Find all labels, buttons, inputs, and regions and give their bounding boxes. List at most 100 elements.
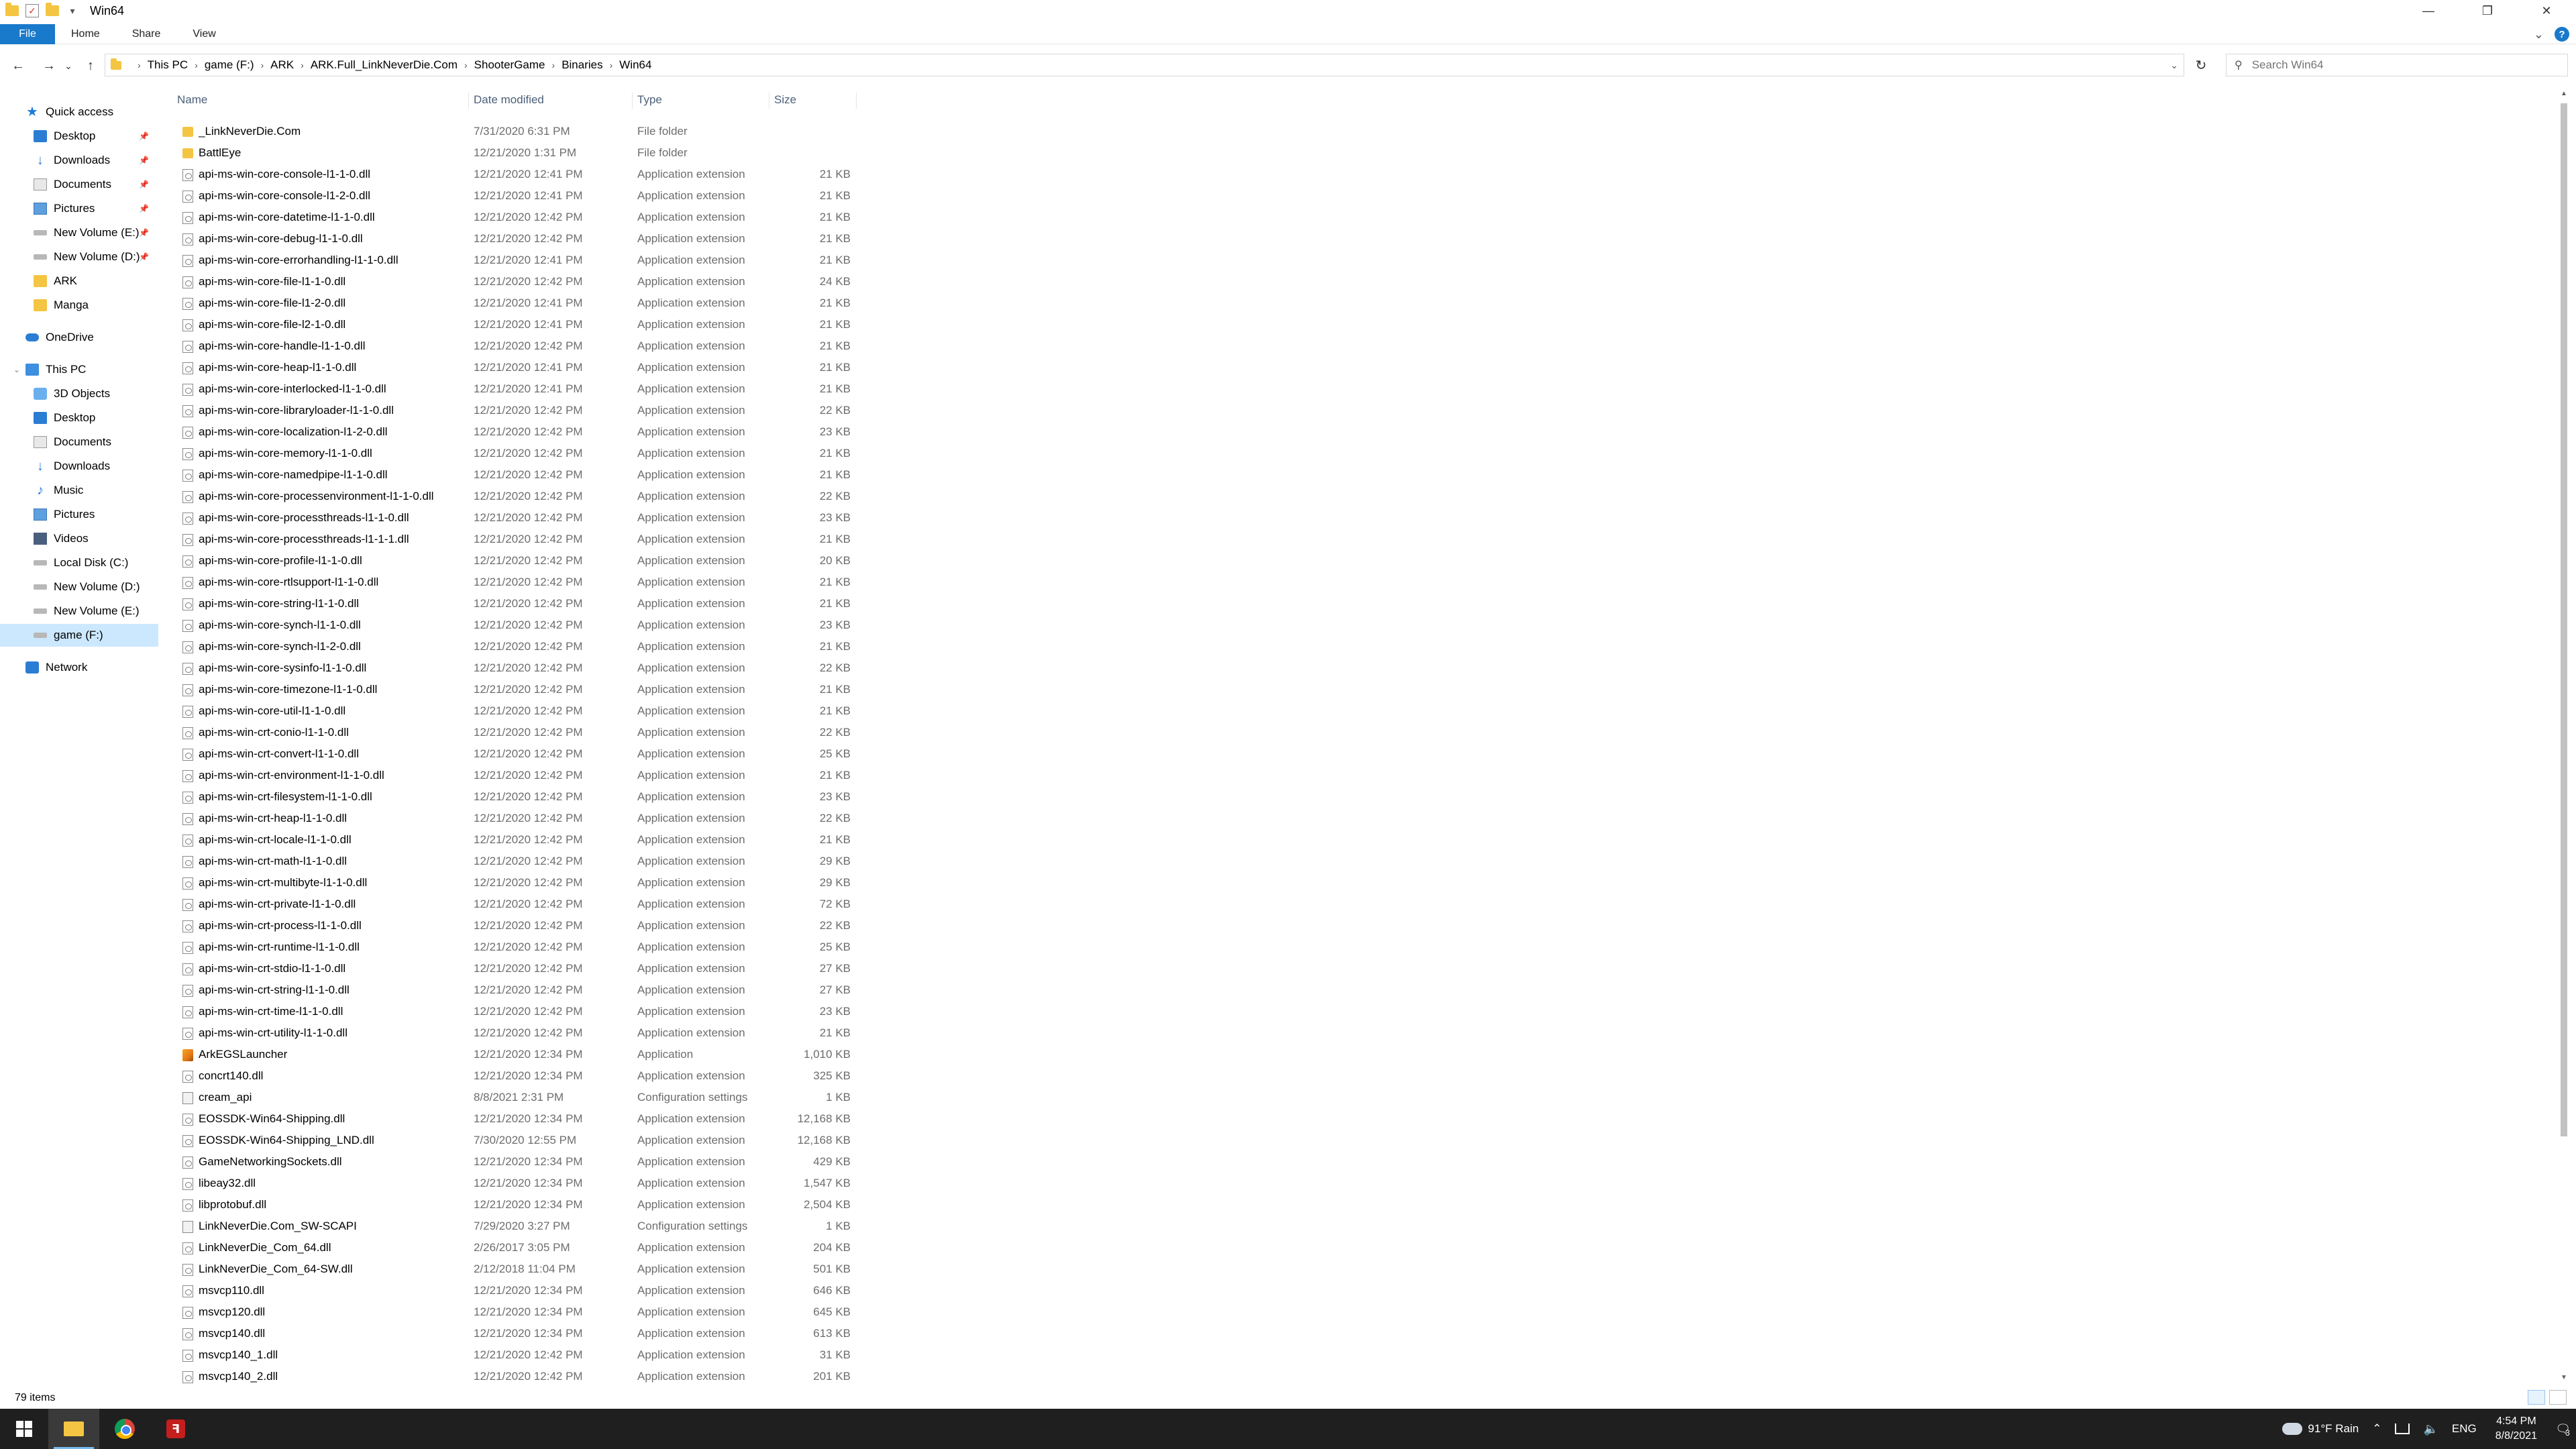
minimize-button[interactable]: —	[2399, 0, 2458, 21]
pin-icon[interactable]: 📌	[139, 180, 149, 189]
file-row[interactable]: BattlEye 12/21/2020 1:31 PM File folder	[158, 142, 856, 164]
file-row[interactable]: EOSSDK-Win64-Shipping_LND.dll 7/30/2020 1…	[158, 1130, 856, 1151]
expand-ribbon-icon[interactable]: ⌄	[2534, 28, 2544, 42]
file-row[interactable]: api-ms-win-core-libraryloader-l1-1-0.dll…	[158, 400, 856, 421]
details-view-icon[interactable]	[2528, 1390, 2545, 1405]
sidebar-item-desktop[interactable]: Desktop 📌	[0, 125, 158, 148]
file-row[interactable]: _LinkNeverDie.Com 7/31/2020 6:31 PM File f…	[158, 121, 856, 142]
file-row[interactable]: api-ms-win-crt-convert-l1-1-0.dll 12/21/2…	[158, 743, 856, 765]
refresh-button[interactable]: ↻	[2190, 54, 2212, 76]
file-row[interactable]: api-ms-win-core-util-l1-1-0.dll 12/21/202…	[158, 700, 856, 722]
breadcrumb-binaries[interactable]: Binaries	[561, 58, 602, 72]
file-row[interactable]: LinkNeverDie.Com_SW-SCAPI 7/29/2020 3:27 …	[158, 1216, 856, 1237]
pin-icon[interactable]: 📌	[139, 252, 149, 262]
language-indicator[interactable]: ENG	[2452, 1422, 2477, 1436]
file-row[interactable]: api-ms-win-core-file-l1-1-0.dll 12/21/202…	[158, 271, 856, 292]
file-row[interactable]: api-ms-win-core-localization-l1-2-0.dll 1…	[158, 421, 856, 443]
file-row[interactable]: api-ms-win-core-memory-l1-1-0.dll 12/21/2…	[158, 443, 856, 464]
sidebar-item-local-disk-c[interactable]: Local Disk (C:)	[0, 551, 158, 574]
file-row[interactable]: cream_api 8/8/2021 2:31 PM Configuration s…	[158, 1087, 856, 1108]
address-dropdown-icon[interactable]: ⌄	[2170, 54, 2178, 76]
pin-icon[interactable]: 📌	[139, 204, 149, 213]
sidebar-item-pc-new-volume-d[interactable]: New Volume (D:)	[0, 576, 158, 598]
sidebar-item-network[interactable]: Network	[0, 656, 158, 679]
chevron-right-icon[interactable]: ›	[464, 60, 468, 70]
network-status-icon[interactable]	[2395, 1424, 2410, 1434]
file-row[interactable]: api-ms-win-core-interlocked-l1-1-0.dll 12…	[158, 378, 856, 400]
scroll-down-icon[interactable]: ▼	[2559, 1374, 2569, 1385]
file-row[interactable]: api-ms-win-crt-environment-l1-1-0.dll 12/…	[158, 765, 856, 786]
start-button[interactable]	[0, 1409, 48, 1449]
file-row[interactable]: api-ms-win-core-sysinfo-l1-1-0.dll 12/21/…	[158, 657, 856, 679]
help-icon[interactable]: ?	[2555, 27, 2569, 42]
file-row[interactable]: api-ms-win-crt-runtime-l1-1-0.dll 12/21/2…	[158, 936, 856, 958]
show-hidden-icons-button[interactable]: ⌃	[2372, 1422, 2381, 1436]
search-box[interactable]: ⚲	[2226, 54, 2568, 76]
file-row[interactable]: api-ms-win-core-file-l1-2-0.dll 12/21/202…	[158, 292, 856, 314]
file-row[interactable]: api-ms-win-core-debug-l1-1-0.dll 12/21/20…	[158, 228, 856, 250]
file-row[interactable]: api-ms-win-crt-time-l1-1-0.dll 12/21/2020…	[158, 1001, 856, 1022]
file-row[interactable]: api-ms-win-core-rtlsupport-l1-1-0.dll 12/…	[158, 572, 856, 593]
recent-locations-button[interactable]: ⌄	[60, 54, 76, 77]
file-row[interactable]: api-ms-win-core-datetime-l1-1-0.dll 12/21…	[158, 207, 856, 228]
back-button[interactable]: ←	[7, 54, 30, 77]
chevron-down-icon[interactable]: ⌄	[13, 365, 20, 374]
large-icons-view-icon[interactable]	[2549, 1390, 2567, 1405]
file-row[interactable]: api-ms-win-crt-math-l1-1-0.dll 12/21/2020…	[158, 851, 856, 872]
file-row[interactable]: api-ms-win-crt-multibyte-l1-1-0.dll 12/21…	[158, 872, 856, 894]
file-row[interactable]: concrt140.dll 12/21/2020 12:34 PM Applicat…	[158, 1065, 856, 1087]
sidebar-item-videos[interactable]: Videos	[0, 527, 158, 550]
file-row[interactable]: api-ms-win-core-processthreads-l1-1-1.dl…	[158, 529, 856, 550]
customize-toolbar-icon[interactable]: ▾	[66, 4, 79, 17]
file-row[interactable]: GameNetworkingSockets.dll 12/21/2020 12:3…	[158, 1151, 856, 1173]
search-input[interactable]	[2251, 58, 2547, 72]
vertical-scrollbar[interactable]: ▲ ▼	[2559, 90, 2569, 1385]
sidebar-item-pc-downloads[interactable]: ↓ Downloads	[0, 455, 158, 478]
sidebar-item-documents[interactable]: Documents 📌	[0, 173, 158, 196]
pin-icon[interactable]: 📌	[139, 228, 149, 237]
file-row[interactable]: api-ms-win-core-processenvironment-l1-1-…	[158, 486, 856, 507]
taskbar-file-explorer[interactable]	[48, 1409, 99, 1449]
sidebar-item-music[interactable]: ♪ Music	[0, 479, 158, 502]
file-row[interactable]: api-ms-win-crt-string-l1-1-0.dll 12/21/20…	[158, 979, 856, 1001]
file-row[interactable]: api-ms-win-crt-filesystem-l1-1-0.dll 12/2…	[158, 786, 856, 808]
file-row[interactable]: msvcp120.dll 12/21/2020 12:34 PM Applicati…	[158, 1301, 856, 1323]
file-row[interactable]: msvcp140_2.dll 12/21/2020 12:42 PM Applica…	[158, 1366, 856, 1387]
breadcrumb-game-f[interactable]: game (F:)	[205, 58, 254, 72]
sidebar-item-ark[interactable]: ARK	[0, 270, 158, 292]
file-row[interactable]: msvcp110.dll 12/21/2020 12:34 PM Applicati…	[158, 1280, 856, 1301]
breadcrumb-this-pc[interactable]: This PC	[148, 58, 188, 72]
file-row[interactable]: api-ms-win-crt-utility-l1-1-0.dll 12/21/2…	[158, 1022, 856, 1044]
file-row[interactable]: api-ms-win-crt-conio-l1-1-0.dll 12/21/202…	[158, 722, 856, 743]
file-row[interactable]: api-ms-win-crt-stdio-l1-1-0.dll 12/21/202…	[158, 958, 856, 979]
sidebar-item-3d-objects[interactable]: 3D Objects	[0, 382, 158, 405]
maximize-button[interactable]: ❐	[2458, 0, 2517, 21]
sidebar-item-pictures[interactable]: Pictures 📌	[0, 197, 158, 220]
file-row[interactable]: api-ms-win-core-namedpipe-l1-1-0.dll 12/2…	[158, 464, 856, 486]
close-button[interactable]: ✕	[2517, 0, 2576, 21]
tab-view[interactable]: View	[176, 24, 231, 44]
volume-icon[interactable]: 🔈	[2423, 1422, 2438, 1436]
column-divider[interactable]	[468, 93, 469, 109]
notification-center-button[interactable]: 🗨 3	[2549, 1409, 2576, 1449]
sidebar-item-pc-documents[interactable]: Documents	[0, 431, 158, 453]
chevron-right-icon[interactable]: ›	[261, 60, 264, 70]
scrollbar-thumb[interactable]	[2561, 103, 2567, 1136]
sidebar-item-quick-access[interactable]: ★ Quick access	[0, 101, 158, 123]
file-row[interactable]: api-ms-win-core-processthreads-l1-1-0.dl…	[158, 507, 856, 529]
sidebar-item-pc-desktop[interactable]: Desktop	[0, 407, 158, 429]
sidebar-item-pc-new-volume-e[interactable]: New Volume (E:)	[0, 600, 158, 623]
tab-file[interactable]: File	[0, 23, 55, 44]
sidebar-item-pc-pictures[interactable]: Pictures	[0, 503, 158, 526]
file-row[interactable]: api-ms-win-crt-locale-l1-1-0.dll 12/21/20…	[158, 829, 856, 851]
file-row[interactable]: api-ms-win-core-console-l1-2-0.dll 12/21/…	[158, 185, 856, 207]
tab-share[interactable]: Share	[116, 24, 177, 44]
column-header-type[interactable]: Type	[637, 91, 769, 109]
file-row[interactable]: msvcp140_1.dll 12/21/2020 12:42 PM Applica…	[158, 1344, 856, 1366]
file-row[interactable]: api-ms-win-core-timezone-l1-1-0.dll 12/21…	[158, 679, 856, 700]
chevron-right-icon[interactable]: ›	[610, 60, 613, 70]
sidebar-item-onedrive[interactable]: OneDrive	[0, 326, 158, 349]
file-row[interactable]: libprotobuf.dll 12/21/2020 12:34 PM Applic…	[158, 1194, 856, 1216]
file-row[interactable]: api-ms-win-crt-private-l1-1-0.dll 12/21/2…	[158, 894, 856, 915]
tab-home[interactable]: Home	[55, 24, 116, 44]
